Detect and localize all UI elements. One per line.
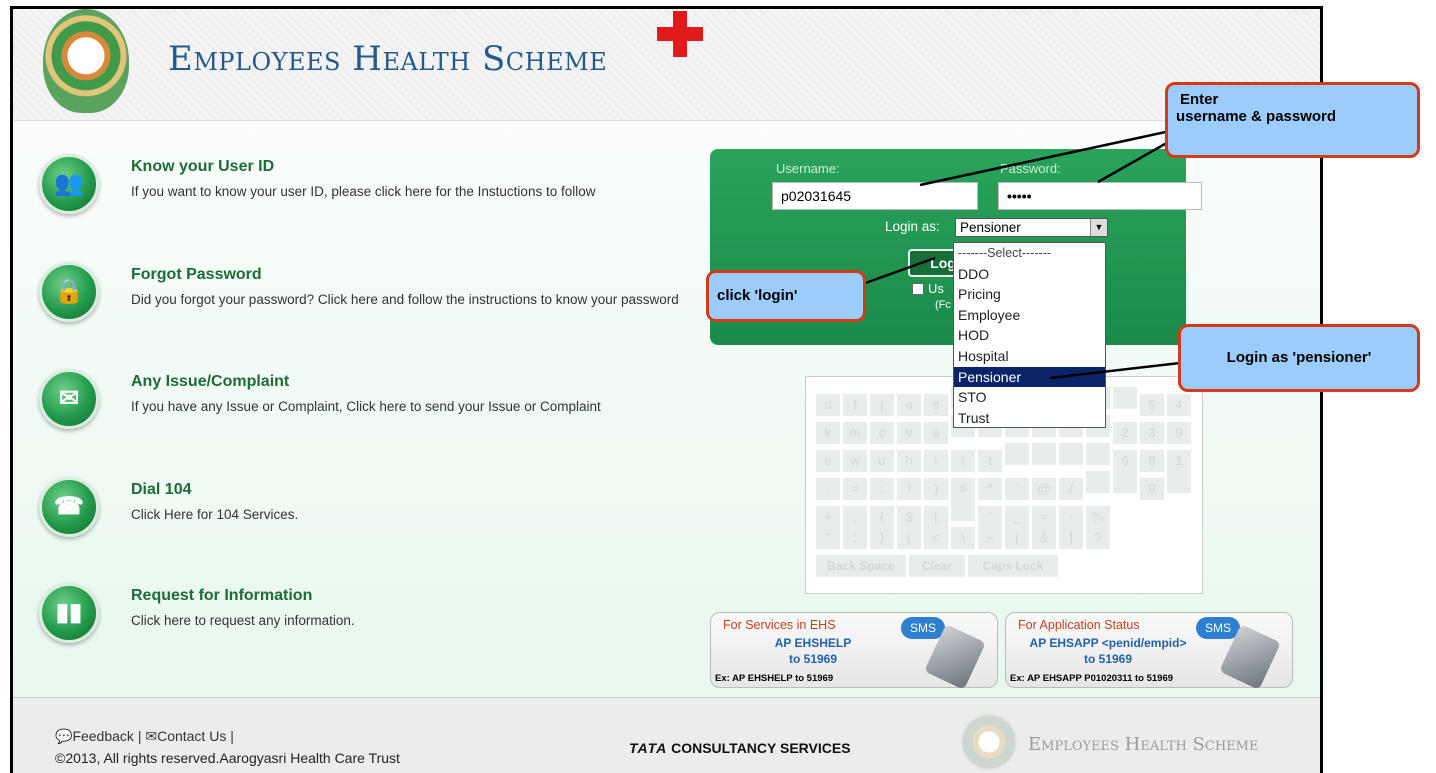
callout-enter-credentials: Enter username & password	[1165, 82, 1420, 158]
callout-login-as-pensioner: Login as 'pensioner'	[1178, 324, 1420, 392]
callout-click-login: click 'login'	[706, 270, 866, 322]
